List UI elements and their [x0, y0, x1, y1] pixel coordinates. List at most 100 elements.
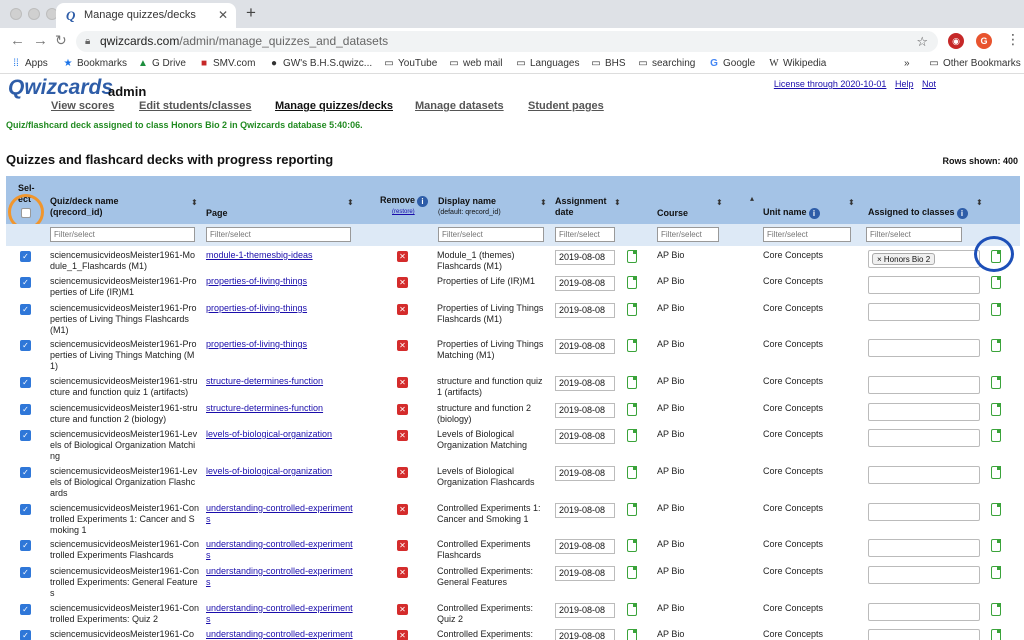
remove-icon[interactable]: ✕: [397, 251, 408, 262]
copy-date-icon[interactable]: [627, 629, 637, 640]
bookmark-other[interactable]: ▭ Other Bookmarks: [928, 54, 1021, 74]
reload-icon[interactable]: ↻: [55, 32, 67, 49]
copy-classes-icon[interactable]: [991, 276, 1001, 289]
page-link[interactable]: understanding-controlled-experiments: [206, 603, 356, 625]
copy-date-icon[interactable]: [627, 376, 637, 389]
nav-student-pages[interactable]: Student pages: [528, 100, 604, 112]
copy-classes-icon[interactable]: [991, 403, 1001, 416]
class-chip[interactable]: × Honors Bio 2: [872, 253, 936, 265]
assigned-classes-input[interactable]: × Honors Bio 2: [868, 250, 980, 268]
page-link[interactable]: understanding-controlled-experiments: [206, 503, 356, 525]
assignment-date-input[interactable]: 2019-08-08: [555, 466, 615, 481]
bookmark-apps[interactable]: ⁞⁞ Apps: [10, 54, 48, 74]
copy-date-icon[interactable]: [627, 566, 637, 579]
col-display-header[interactable]: Display name (default: qrecord_id): [438, 196, 501, 218]
nav-view-scores[interactable]: View scores: [51, 100, 114, 112]
remove-icon[interactable]: ✕: [397, 404, 408, 415]
assigned-classes-input[interactable]: [868, 539, 980, 557]
copy-classes-icon[interactable]: [991, 339, 1001, 352]
assigned-classes-input[interactable]: [868, 429, 980, 447]
copy-classes-icon[interactable]: [991, 303, 1001, 316]
window-minimize-button[interactable]: [28, 8, 40, 20]
col-assignment-header[interactable]: Assignment date: [555, 196, 607, 218]
copy-date-icon[interactable]: [627, 429, 637, 442]
profile-avatar[interactable]: G: [976, 33, 992, 49]
col-page-header[interactable]: Page: [206, 208, 228, 219]
page-link[interactable]: properties-of-living-things: [206, 303, 356, 314]
row-checkbox[interactable]: ✓: [20, 404, 31, 415]
remove-icon[interactable]: ✕: [397, 504, 408, 515]
info-icon[interactable]: i: [417, 196, 429, 207]
filter-unit-input[interactable]: [763, 227, 851, 242]
not-link[interactable]: Not: [922, 79, 936, 89]
row-checkbox[interactable]: ✓: [20, 277, 31, 288]
bookmark-languages[interactable]: ▭ Languages: [515, 54, 579, 74]
copy-classes-icon[interactable]: [991, 429, 1001, 442]
assignment-date-input[interactable]: 2019-08-08: [555, 503, 615, 518]
copy-date-icon[interactable]: [627, 603, 637, 616]
nav-manage-datasets[interactable]: Manage datasets: [415, 100, 504, 112]
copy-date-icon[interactable]: [627, 503, 637, 516]
page-link[interactable]: levels-of-biological-organization: [206, 466, 356, 477]
page-link[interactable]: structure-determines-function: [206, 403, 356, 414]
copy-date-icon[interactable]: [627, 466, 637, 479]
assigned-classes-input[interactable]: [868, 503, 980, 521]
extension-icon[interactable]: ◉: [948, 33, 964, 49]
copy-classes-icon[interactable]: [991, 539, 1001, 552]
page-link[interactable]: understanding-controlled-experiments: [206, 539, 356, 561]
copy-classes-icon[interactable]: [991, 503, 1001, 516]
page-link[interactable]: properties-of-living-things: [206, 276, 356, 287]
bookmark-bhs[interactable]: ▭ BHS: [590, 54, 625, 74]
assignment-date-input[interactable]: 2019-08-08: [555, 339, 615, 354]
bookmark-bookmarks[interactable]: ★ Bookmarks: [62, 54, 128, 74]
assignment-date-input[interactable]: 2019-08-08: [555, 539, 615, 554]
bookmark-smv[interactable]: ■ SMV.com: [198, 54, 255, 74]
row-checkbox[interactable]: ✓: [20, 251, 31, 262]
bookmark-google[interactable]: G Google: [708, 54, 755, 74]
copy-date-icon[interactable]: [627, 403, 637, 416]
copy-classes-icon[interactable]: [991, 629, 1001, 640]
row-checkbox[interactable]: ✓: [20, 467, 31, 478]
remove-icon[interactable]: ✕: [397, 540, 408, 551]
remove-icon[interactable]: ✕: [397, 567, 408, 578]
nav-edit-students[interactable]: Edit students/classes: [139, 100, 252, 112]
page-link[interactable]: module-1-themesbig-ideas: [206, 250, 356, 261]
copy-classes-icon[interactable]: [991, 566, 1001, 579]
browser-menu-icon[interactable]: ⋮: [1006, 31, 1020, 48]
assigned-classes-input[interactable]: [868, 403, 980, 421]
sort-name-icon[interactable]: ⬍: [191, 198, 198, 207]
filter-date-input[interactable]: [555, 227, 615, 242]
sort-course-icon[interactable]: ⬍: [716, 198, 723, 207]
bookmark-star-icon[interactable]: ☆: [916, 31, 928, 52]
remove-icon[interactable]: ✕: [397, 467, 408, 478]
remove-icon[interactable]: ✕: [397, 430, 408, 441]
assigned-classes-input[interactable]: [868, 629, 980, 640]
info-icon[interactable]: i: [808, 208, 820, 219]
browser-tab[interactable]: Q Manage quizzes/decks ✕: [56, 3, 236, 28]
assignment-date-input[interactable]: 2019-08-08: [555, 403, 615, 418]
page-link[interactable]: understanding-controlled-experiment: [206, 629, 356, 640]
restore-link[interactable]: (restore): [392, 209, 415, 215]
assigned-classes-input[interactable]: [868, 603, 980, 621]
sort-display-icon[interactable]: ⬍: [540, 198, 547, 207]
sort-page-icon[interactable]: ⬍: [347, 198, 354, 207]
address-bar[interactable]: 🔒︎ qwizcards.com/admin/manage_quizzes_an…: [76, 31, 938, 52]
page-link[interactable]: structure-determines-function: [206, 376, 356, 387]
sort-unit-icon[interactable]: ⬍: [848, 198, 855, 207]
copy-date-icon[interactable]: [627, 339, 637, 352]
sort-classes-icon[interactable]: ⬍: [976, 198, 983, 207]
remove-icon[interactable]: ✕: [397, 604, 408, 615]
copy-classes-icon[interactable]: [991, 376, 1001, 389]
assigned-classes-input[interactable]: [868, 339, 980, 357]
row-checkbox[interactable]: ✓: [20, 304, 31, 315]
forward-icon[interactable]: →: [33, 32, 48, 49]
sort-date-icon[interactable]: ⬍: [614, 198, 621, 207]
assignment-date-input[interactable]: 2019-08-08: [555, 429, 615, 444]
assigned-classes-input[interactable]: [868, 466, 980, 484]
row-checkbox[interactable]: ✓: [20, 630, 31, 640]
copy-classes-icon[interactable]: [991, 603, 1001, 616]
copy-classes-icon[interactable]: [991, 466, 1001, 479]
assignment-date-input[interactable]: 2019-08-08: [555, 629, 615, 640]
bookmark-searching[interactable]: ▭ searching: [637, 54, 695, 74]
page-link[interactable]: properties-of-living-things: [206, 339, 356, 350]
